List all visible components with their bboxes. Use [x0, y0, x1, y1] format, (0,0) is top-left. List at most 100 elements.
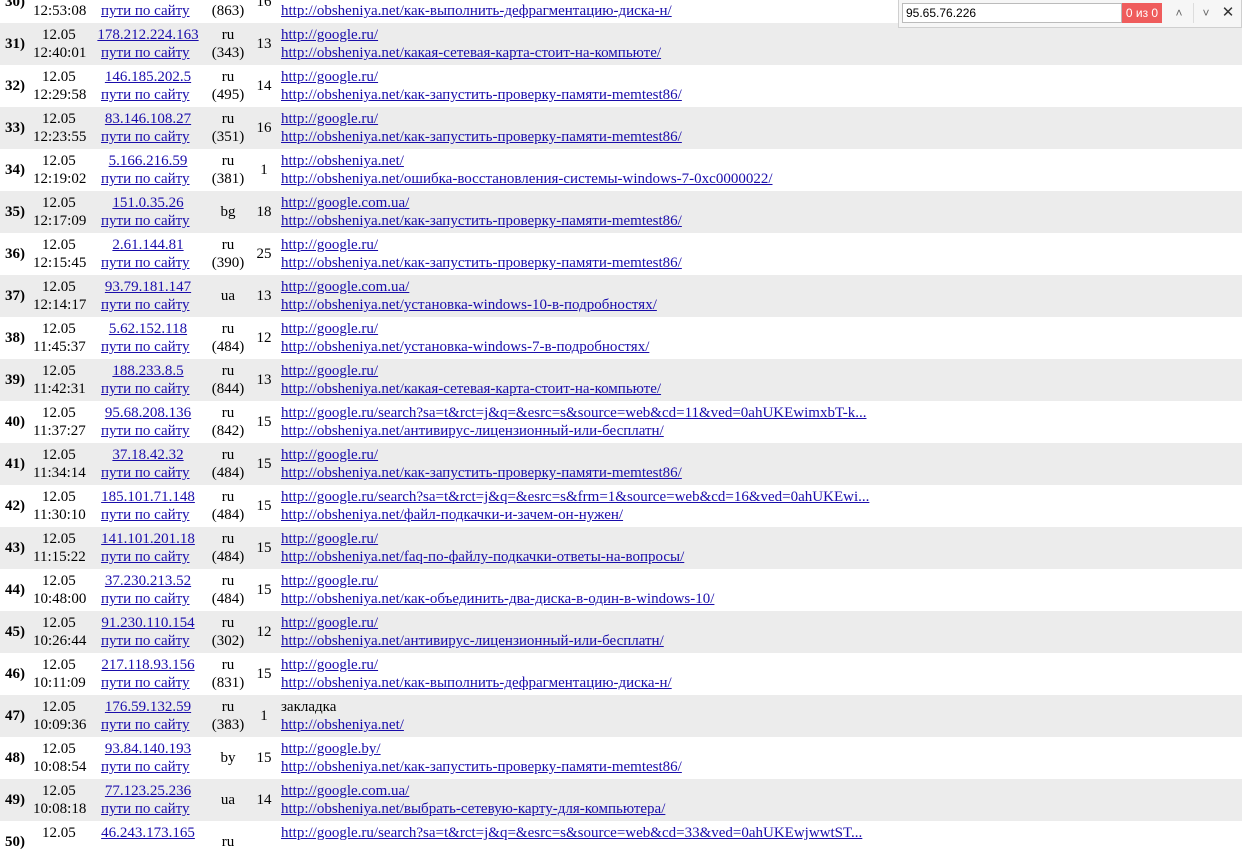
ip-link[interactable]: 93.79.181.147	[80, 278, 216, 296]
ip-link[interactable]: 141.101.201.18	[80, 530, 216, 548]
chevron-down-icon[interactable]: ˅	[1193, 3, 1218, 23]
landing-page-link[interactable]: http://obsheniya.net/файл-подкачки-и-зач…	[281, 506, 623, 524]
visit-date: 12.05	[42, 573, 76, 589]
visit-time: 12:23:55	[33, 129, 87, 145]
ip-link[interactable]: 185.101.71.148	[80, 488, 216, 506]
site-path-link[interactable]: пути по сайту	[101, 128, 190, 146]
site-path-link[interactable]: пути по сайту	[101, 716, 190, 734]
site-path-link[interactable]: пути по сайту	[101, 422, 190, 440]
visit-date: 12.05	[42, 153, 76, 169]
site-path-link[interactable]: пути по сайту	[101, 86, 190, 104]
referrer-link[interactable]: http://google.ru/search?sa=t&rct=j&q=&es…	[281, 488, 869, 506]
find-bar: 0 из 0 ˄ ˅ ✕	[898, 0, 1242, 28]
ip-link[interactable]: 83.146.108.27	[80, 110, 216, 128]
landing-page-link[interactable]: http://obsheniya.net/как-запустить-прове…	[281, 212, 682, 230]
referrer-link[interactable]: http://google.ru/search?sa=t&rct=j&q=&es…	[281, 824, 862, 842]
country-code: ru	[221, 111, 235, 127]
site-path-link[interactable]: пути по сайту	[101, 632, 190, 650]
landing-page-link[interactable]: http://obsheniya.net/какая-сетевая-карта…	[281, 380, 661, 398]
site-path-link[interactable]: пути по сайту	[101, 800, 190, 818]
ip-link[interactable]: 146.185.202.5	[80, 68, 216, 86]
landing-page-link[interactable]: http://obsheniya.net/антивирус-лицензион…	[281, 632, 664, 650]
site-path-link[interactable]: пути по сайту	[101, 548, 190, 566]
landing-page-link[interactable]: http://obsheniya.net/как-запустить-прове…	[281, 86, 682, 104]
referrer-link[interactable]: http://google.com.ua/	[281, 278, 409, 296]
landing-page-link[interactable]: http://obsheniya.net/как-выполнить-дефра…	[281, 2, 672, 20]
referrer-link[interactable]: http://google.ru/	[281, 26, 378, 44]
chevron-up-icon[interactable]: ˄	[1167, 3, 1191, 23]
ip-link[interactable]: 37.18.42.32	[80, 446, 216, 464]
site-path-link[interactable]: пути по сайту	[101, 170, 190, 188]
ip-link[interactable]: 5.62.152.118	[80, 320, 216, 338]
site-path-link[interactable]: пути по сайту	[101, 590, 190, 608]
referrer-link[interactable]: http://google.ru/	[281, 110, 378, 128]
close-icon[interactable]: ✕	[1216, 3, 1240, 23]
ip-link[interactable]: 37.230.213.52	[80, 572, 216, 590]
site-path-link[interactable]: пути по сайту	[101, 296, 190, 314]
visit-date: 12.05	[42, 69, 76, 85]
site-path-link[interactable]: пути по сайту	[101, 212, 190, 230]
ip-link[interactable]: 217.118.93.156	[80, 656, 216, 674]
site-path-link[interactable]: пути по сайту	[101, 506, 190, 524]
landing-page-link[interactable]: http://obsheniya.net/ошибка-восстановлен…	[281, 170, 773, 188]
find-input[interactable]	[902, 3, 1122, 23]
landing-page-link[interactable]: http://obsheniya.net/какая-сетевая-карта…	[281, 44, 661, 62]
referrer-link[interactable]: http://google.ru/	[281, 446, 378, 464]
landing-page-link[interactable]: http://obsheniya.net/faq-по-файлу-подкач…	[281, 548, 684, 566]
site-path-link[interactable]: пути по сайту	[101, 254, 190, 272]
landing-page-link[interactable]: http://obsheniya.net/установка-windows-1…	[281, 296, 657, 314]
referrer-link[interactable]: http://google.com.ua/	[281, 194, 409, 212]
ip-link[interactable]: 188.233.8.5	[80, 362, 216, 380]
referrer-link: закладка	[281, 699, 337, 715]
landing-page-link[interactable]: http://obsheniya.net/	[281, 716, 404, 734]
referrer-link[interactable]: http://obsheniya.net/	[281, 152, 404, 170]
country-code: ru	[221, 363, 235, 379]
landing-page-link[interactable]: http://obsheniya.net/как-запустить-прове…	[281, 128, 682, 146]
ip-link[interactable]: 178.212.224.163	[80, 26, 216, 44]
ip-link[interactable]: 77.123.25.236	[80, 782, 216, 800]
ip-link[interactable]: 93.84.140.193	[80, 740, 216, 758]
site-path-link[interactable]: пути по сайту	[101, 758, 190, 776]
visit-date: 12.05	[42, 111, 76, 127]
country-code: bg	[220, 204, 236, 220]
landing-page-link[interactable]: http://obsheniya.net/как-запустить-прове…	[281, 464, 682, 482]
ip-link[interactable]: 151.0.35.26	[80, 194, 216, 212]
landing-page-link[interactable]: http://obsheniya.net/установка-windows-7…	[281, 338, 649, 356]
table-row: 49) 12.05 10:08:18 77.123.25.236 пути по сай…	[0, 779, 1242, 821]
site-path-link[interactable]: пути по сайту	[101, 44, 190, 62]
site-path-link[interactable]: пути по сайту	[101, 2, 190, 20]
site-path-link[interactable]: пути по сайту	[101, 380, 190, 398]
referrer-link[interactable]: http://google.ru/	[281, 362, 378, 380]
ip-link[interactable]: 176.59.132.59	[80, 698, 216, 716]
landing-page-link[interactable]: http://obsheniya.net/как-выполнить-дефра…	[281, 674, 672, 692]
row-number: 33)	[5, 120, 25, 136]
landing-page-link[interactable]: http://obsheniya.net/как-запустить-прове…	[281, 254, 682, 272]
site-path-link[interactable]: пути по сайту	[101, 338, 190, 356]
ip-link[interactable]: 2.61.144.81	[80, 236, 216, 254]
landing-page-link[interactable]: http://obsheniya.net/как-объединить-два-…	[281, 590, 714, 608]
table-row: 37) 12.05 12:14:17 93.79.181.147 пути по сай…	[0, 275, 1242, 317]
ip-link[interactable]: 5.166.216.59	[80, 152, 216, 170]
table-row: 36) 12.05 12:15:45 2.61.144.81 пути по сайту…	[0, 233, 1242, 275]
ip-link[interactable]: 91.230.110.154	[80, 614, 216, 632]
referrer-link[interactable]: http://google.ru/	[281, 530, 378, 548]
site-path-link[interactable]: пути по сайту	[101, 674, 190, 692]
referrer-link[interactable]: http://google.ru/	[281, 320, 378, 338]
landing-page-link[interactable]: http://obsheniya.net/как-запустить-прове…	[281, 758, 682, 776]
referrer-link[interactable]: http://google.ru/	[281, 68, 378, 86]
row-number: 41)	[5, 456, 25, 472]
landing-page-link[interactable]: http://obsheniya.net/выбрать-сетевую-кар…	[281, 800, 665, 818]
visit-date: 12.05	[42, 825, 76, 841]
referrer-link[interactable]: http://google.com.ua/	[281, 782, 409, 800]
referrer-link[interactable]: http://google.ru/	[281, 572, 378, 590]
referrer-link[interactable]: http://google.ru/	[281, 614, 378, 632]
ip-link[interactable]: 95.68.208.136	[80, 404, 216, 422]
visit-time: 11:37:27	[33, 423, 86, 439]
landing-page-link[interactable]: http://obsheniya.net/антивирус-лицензион…	[281, 422, 664, 440]
site-path-link[interactable]: пути по сайту	[101, 464, 190, 482]
referrer-link[interactable]: http://google.ru/search?sa=t&rct=j&q=&es…	[281, 404, 866, 422]
referrer-link[interactable]: http://google.ru/	[281, 236, 378, 254]
ip-link[interactable]: 46.243.173.165	[80, 824, 216, 842]
referrer-link[interactable]: http://google.ru/	[281, 656, 378, 674]
referrer-link[interactable]: http://google.by/	[281, 740, 381, 758]
